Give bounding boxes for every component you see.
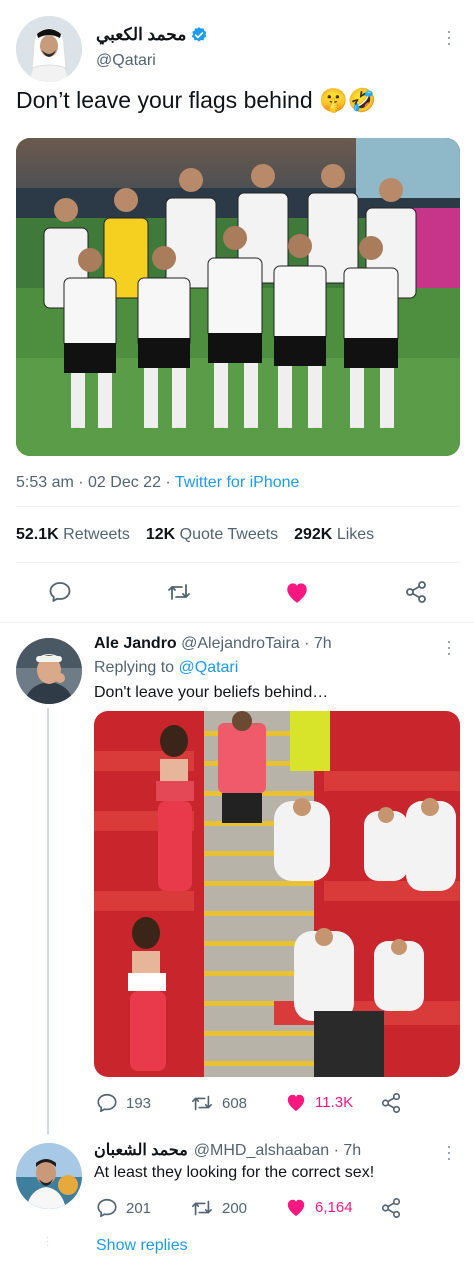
verified-badge-icon	[190, 26, 208, 44]
divider	[16, 506, 460, 507]
main-tweet-photo[interactable]	[16, 138, 460, 456]
main-retweet-icon[interactable]	[166, 580, 192, 604]
reply1-text: Don't leave your beliefs behind…	[94, 684, 329, 701]
reply2-reply-count: 201	[126, 1199, 152, 1217]
main-share-icon[interactable]	[404, 580, 428, 604]
retweets-stat[interactable]: 52.1K Retweets	[16, 526, 130, 544]
reply1-retweet-count: 608	[222, 1094, 248, 1112]
main-author-name[interactable]: محمد الكعبي	[96, 25, 186, 45]
main-like-icon[interactable]	[284, 580, 310, 604]
main-source-link[interactable]: Twitter for iPhone	[175, 474, 300, 491]
main-tweet-text: Don’t leave your flags behind 🤫🤣	[16, 87, 377, 113]
main-author-handle[interactable]: @Qatari	[96, 52, 156, 70]
reply2-author-avatar[interactable]	[16, 1143, 82, 1209]
reply2-reply-icon[interactable]	[96, 1197, 118, 1219]
reply1-like-count: 11.3K	[315, 1093, 354, 1111]
show-replies-link[interactable]: Show replies	[96, 1237, 188, 1255]
reply1-share-icon[interactable]	[380, 1092, 402, 1114]
reply1-author-avatar[interactable]	[16, 638, 82, 704]
reply1-like-icon[interactable]	[285, 1092, 307, 1112]
reply2-handle-time[interactable]: @MHD_alshaaban · 7h	[194, 1142, 361, 1160]
reply1-retweet-icon[interactable]	[190, 1092, 214, 1114]
replying-to-label: Replying to	[94, 659, 179, 676]
reply2-retweet-icon[interactable]	[190, 1197, 214, 1219]
reply1-author-name[interactable]: Ale Jandro	[94, 635, 177, 652]
reply2-author-name[interactable]: محمد الشعبان	[94, 1140, 188, 1160]
reply1-thread-line	[47, 708, 49, 1134]
reply1-photo[interactable]	[94, 711, 460, 1077]
quotes-stat[interactable]: 12K Quote Tweets	[146, 526, 278, 544]
reply2-share-icon[interactable]	[380, 1197, 402, 1219]
reply2-like-icon[interactable]	[285, 1197, 307, 1217]
reply1-reply-icon[interactable]	[96, 1092, 118, 1114]
reply2-retweet-count: 200	[222, 1199, 248, 1217]
reply1-more-icon[interactable]: · · ·	[444, 632, 454, 662]
divider	[0, 622, 474, 623]
reply2-like-count: 6,164	[315, 1198, 353, 1216]
reply1-handle-time[interactable]: @AlejandroTaira · 7h	[181, 635, 332, 652]
main-reply-icon[interactable]	[48, 580, 72, 604]
main-timestamp: 5:53 am · 02 Dec 22 ·	[16, 474, 175, 491]
main-more-icon[interactable]: · · ·	[444, 22, 454, 52]
reply2-text: At least they looking for the correct se…	[94, 1164, 375, 1181]
reply1-reply-count: 193	[126, 1094, 152, 1112]
reply2-more-icon[interactable]: · · ·	[444, 1137, 454, 1167]
replying-to-handle[interactable]: @Qatari	[179, 659, 239, 676]
thread-dots: · · ·	[46, 1232, 50, 1251]
divider	[16, 562, 460, 563]
main-author-avatar[interactable]	[16, 16, 82, 82]
likes-stat[interactable]: 292K Likes	[294, 526, 374, 544]
